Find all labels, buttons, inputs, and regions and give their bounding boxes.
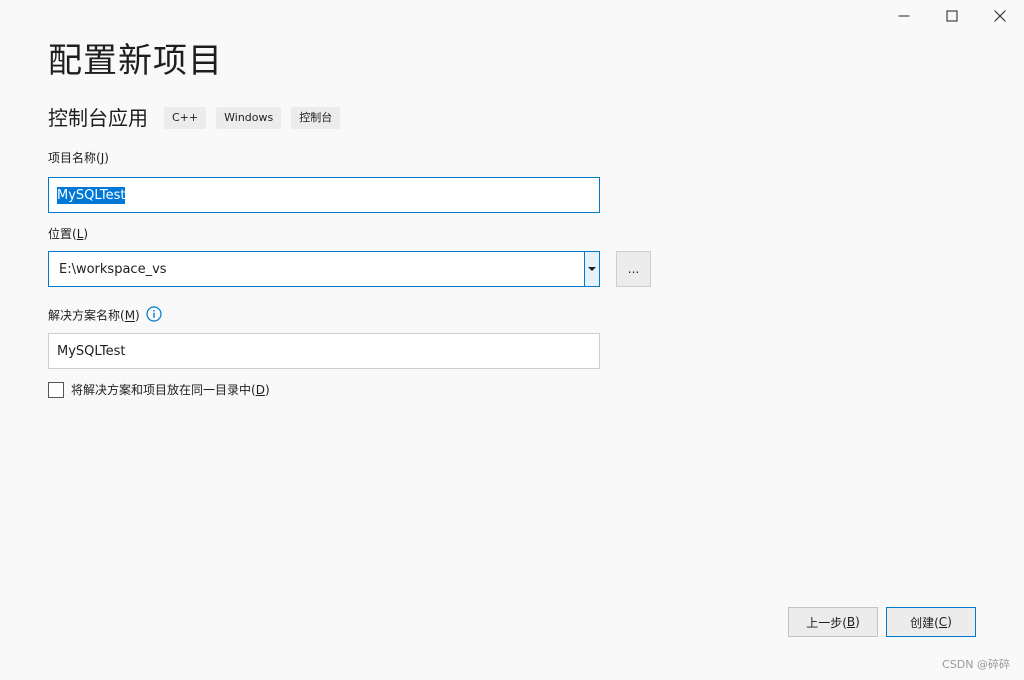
info-icon[interactable]: [146, 306, 162, 326]
same-directory-option[interactable]: 将解决方案和项目放在同一目录中(D): [48, 381, 270, 398]
page-title: 配置新项目: [48, 41, 223, 81]
maximize-button[interactable]: [928, 0, 976, 32]
location-dropdown-button[interactable]: [584, 252, 599, 286]
solution-name-input[interactable]: MySQLTest: [48, 333, 600, 369]
create-button[interactable]: 创建(C): [886, 607, 976, 637]
project-name-value: MySQLTest: [57, 186, 126, 204]
back-button[interactable]: 上一步(B): [788, 607, 878, 637]
close-button[interactable]: [976, 0, 1024, 32]
location-combobox[interactable]: E:\workspace_vs: [48, 251, 600, 287]
project-name-label: 项目名称(J): [48, 151, 109, 165]
close-icon: [994, 10, 1006, 22]
location-value: E:\workspace_vs: [59, 261, 167, 277]
solution-name-label: 解决方案名称(M): [48, 306, 162, 326]
template-info: 控制台应用 C++ Windows 控制台: [48, 104, 341, 132]
maximize-icon: [946, 10, 958, 22]
tag-project-type: 控制台: [291, 107, 341, 129]
location-label: 位置(L): [48, 227, 89, 241]
project-name-input[interactable]: MySQLTest: [48, 177, 600, 213]
minimize-button[interactable]: [880, 0, 928, 32]
tag-language: C++: [164, 107, 207, 129]
chevron-down-icon: [588, 267, 596, 271]
browse-button[interactable]: ...: [616, 251, 651, 287]
same-directory-checkbox[interactable]: [48, 381, 64, 398]
same-directory-label: 将解决方案和项目放在同一目录中(D): [71, 383, 270, 397]
window-controls: [880, 0, 1024, 32]
tag-platform: Windows: [216, 107, 282, 129]
solution-name-value: MySQLTest: [57, 343, 126, 359]
minimize-icon: [898, 15, 910, 17]
template-name: 控制台应用: [48, 106, 148, 130]
watermark: CSDN @碎碎: [942, 658, 1010, 671]
